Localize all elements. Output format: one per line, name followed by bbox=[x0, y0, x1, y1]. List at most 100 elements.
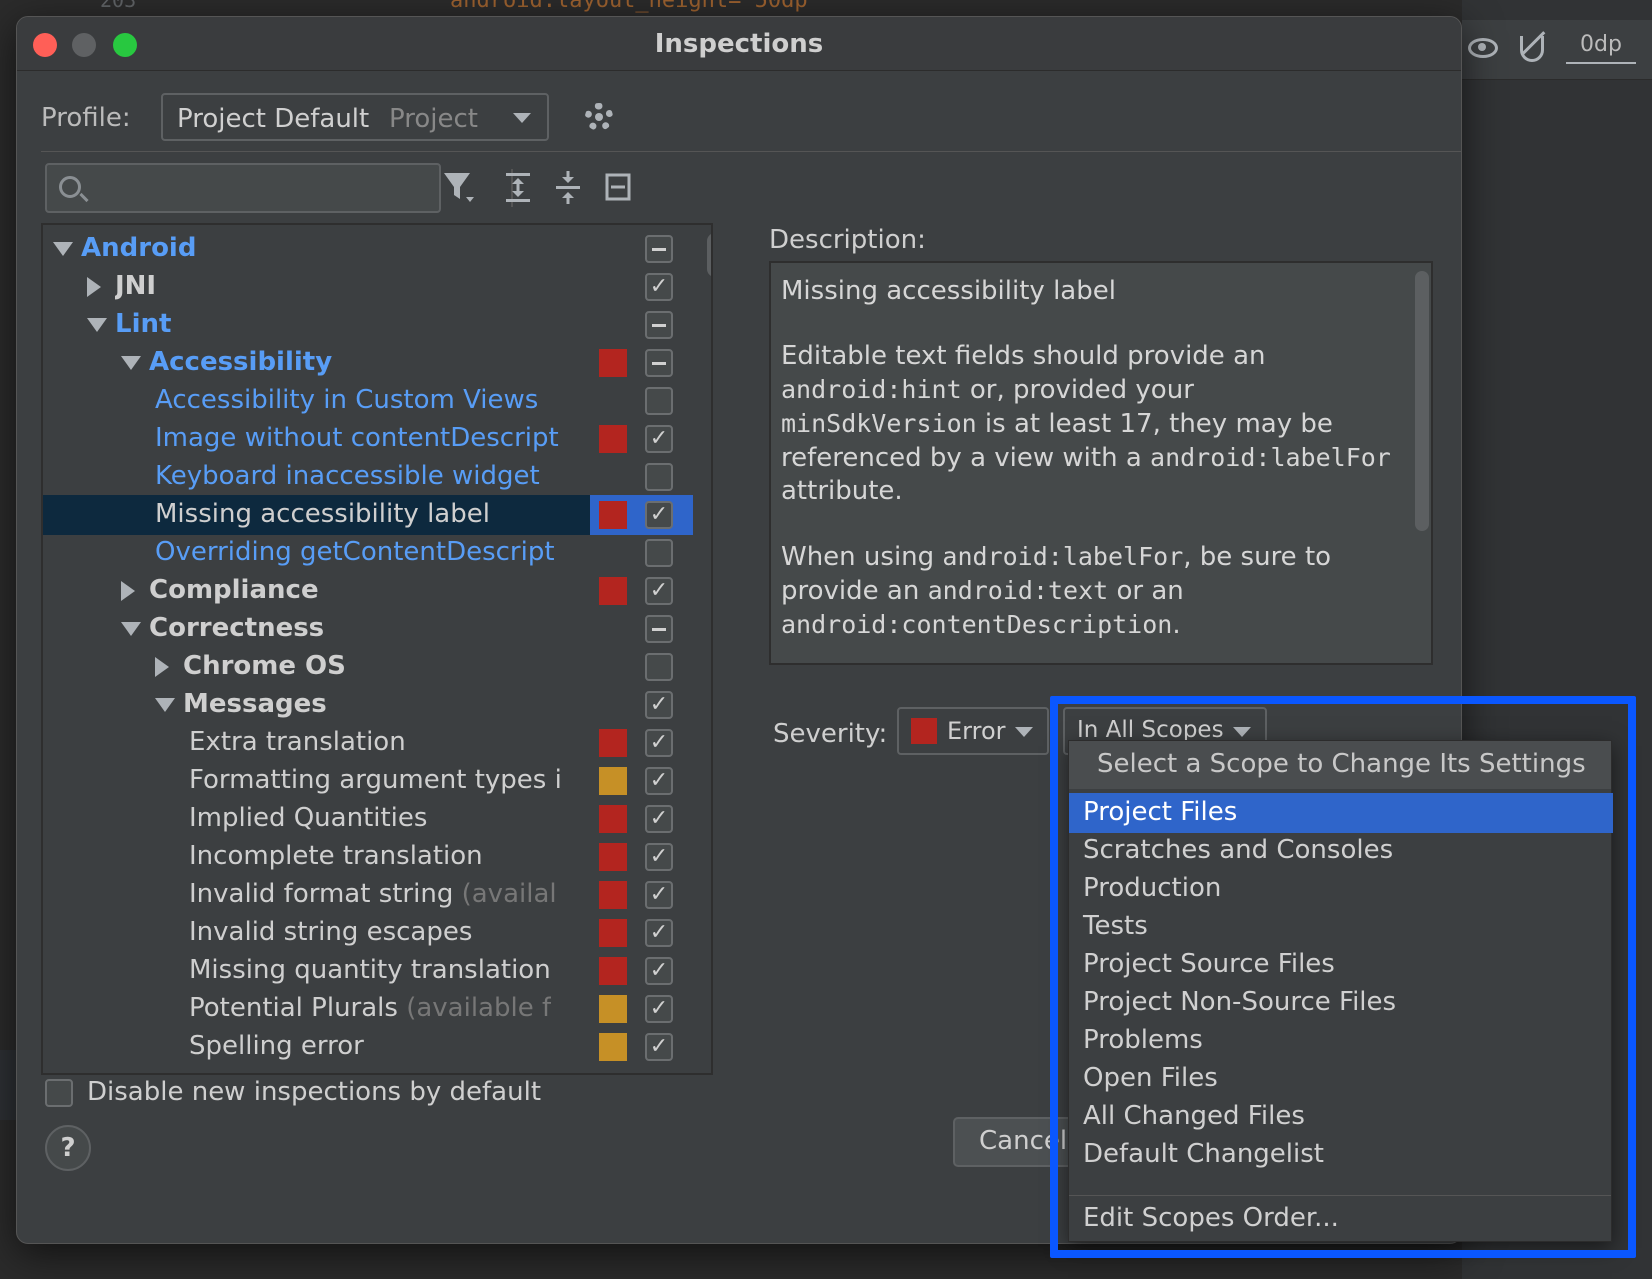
dialog-title: Inspections bbox=[654, 29, 824, 59]
default-margin-field[interactable]: 0dp bbox=[1566, 32, 1636, 64]
tree-row-checkbox[interactable]: ✓ bbox=[645, 273, 673, 301]
search-input[interactable] bbox=[97, 173, 427, 205]
tree-scrollbar[interactable] bbox=[707, 233, 711, 277]
scope-item[interactable]: Project Files bbox=[1069, 793, 1613, 833]
tree-row-checkbox[interactable]: ✓ bbox=[645, 767, 673, 795]
tree-row-checkbox[interactable] bbox=[645, 349, 673, 377]
tree-row[interactable]: Keyboard inaccessible widget bbox=[43, 457, 693, 497]
tree-row-checkbox[interactable]: ✓ bbox=[645, 995, 673, 1023]
tree-row-label: Incomplete translation bbox=[189, 841, 483, 871]
tree-row-label: Messages bbox=[183, 689, 327, 719]
inspection-tree[interactable]: Android JNI ✓ Lint Accessibility Accessibilit… bbox=[41, 223, 713, 1075]
tree-row[interactable]: Spelling error ✓ bbox=[43, 1027, 693, 1067]
scope-item[interactable]: Default Changelist bbox=[1069, 1135, 1613, 1175]
tree-row[interactable]: Incomplete translation ✓ bbox=[43, 837, 693, 877]
error-severity-icon bbox=[599, 881, 627, 909]
help-button[interactable]: ? bbox=[45, 1125, 91, 1171]
tree-row[interactable]: Formatting argument types i ✓ bbox=[43, 761, 693, 801]
edit-scopes-order-item[interactable]: Edit Scopes Order... bbox=[1069, 1199, 1613, 1239]
tree-row[interactable]: Lint bbox=[43, 305, 693, 345]
expanded-arrow-icon[interactable] bbox=[53, 242, 73, 256]
scope-item[interactable]: Production bbox=[1069, 869, 1613, 909]
tree-row-checkbox[interactable]: ✓ bbox=[645, 805, 673, 833]
popup-divider bbox=[1069, 1195, 1611, 1196]
tree-row-label: Spelling error bbox=[189, 1031, 364, 1061]
code-text: android:labelFor bbox=[942, 542, 1184, 571]
tree-row-checkbox[interactable] bbox=[645, 463, 673, 491]
tree-row-checkbox[interactable] bbox=[645, 615, 673, 643]
tree-row[interactable]: Invalid format string (availal ✓ bbox=[43, 875, 693, 915]
error-severity-icon bbox=[599, 843, 627, 871]
expanded-arrow-icon[interactable] bbox=[87, 318, 107, 332]
description-text: attribute. bbox=[781, 476, 903, 506]
tree-row-label: Invalid string escapes bbox=[189, 917, 473, 947]
scope-item[interactable]: Project Non-Source Files bbox=[1069, 983, 1613, 1023]
tree-row[interactable]: Extra translation ✓ bbox=[43, 723, 693, 763]
tree-row[interactable]: Accessibility in Custom Views bbox=[43, 381, 693, 421]
tree-row[interactable]: Missing quantity translation ✓ bbox=[43, 951, 693, 991]
tree-row[interactable]: Correctness bbox=[43, 609, 693, 649]
tree-row-checkbox[interactable]: ✓ bbox=[645, 919, 673, 947]
tree-row-label: Lint bbox=[115, 309, 172, 339]
tree-row[interactable]: JNI ✓ bbox=[43, 267, 693, 307]
tree-row-checkbox[interactable] bbox=[645, 539, 673, 567]
expand-all-icon[interactable] bbox=[499, 167, 537, 209]
popup-header-label: Select a Scope to Change Its Settings bbox=[1097, 749, 1586, 779]
tree-row[interactable]: Chrome OS bbox=[43, 647, 693, 687]
collapsed-arrow-icon[interactable] bbox=[87, 277, 101, 297]
disable-new-checkbox[interactable] bbox=[45, 1079, 73, 1107]
tree-row[interactable]: Android bbox=[43, 229, 693, 269]
collapsed-arrow-icon[interactable] bbox=[121, 581, 135, 601]
severity-dropdown[interactable]: Error bbox=[897, 707, 1049, 755]
tree-row[interactable]: Potential Plurals (available f ✓ bbox=[43, 989, 693, 1029]
expanded-arrow-icon[interactable] bbox=[121, 356, 141, 370]
collapsed-arrow-icon[interactable] bbox=[155, 657, 169, 677]
description-text: or an bbox=[1108, 576, 1184, 606]
scope-item[interactable]: Scratches and Consoles bbox=[1069, 831, 1613, 871]
tree-row-checkbox[interactable]: ✓ bbox=[645, 691, 673, 719]
tree-row[interactable]: Image without contentDescript ✓ bbox=[43, 419, 693, 459]
error-severity-icon bbox=[911, 718, 937, 744]
gear-icon[interactable] bbox=[585, 103, 613, 131]
search-box[interactable] bbox=[45, 163, 441, 213]
tree-row-label: Overriding getContentDescript bbox=[155, 537, 555, 567]
tree-row[interactable]: Compliance ✓ bbox=[43, 571, 693, 611]
error-severity-icon bbox=[599, 729, 627, 757]
eye-icon[interactable] bbox=[1468, 38, 1498, 58]
tree-row-checkbox[interactable] bbox=[645, 235, 673, 263]
expanded-arrow-icon[interactable] bbox=[155, 698, 175, 712]
tree-row[interactable]: Invalid string escapes ✓ bbox=[43, 913, 693, 953]
tree-row-checkbox[interactable]: ✓ bbox=[645, 501, 673, 529]
tree-row-checkbox[interactable]: ✓ bbox=[645, 881, 673, 909]
tree-row[interactable]: Messages ✓ bbox=[43, 685, 693, 725]
tree-row[interactable]: Accessibility bbox=[43, 343, 693, 383]
description-text: When using bbox=[781, 542, 943, 572]
profile-dropdown[interactable]: Project Default Project bbox=[161, 93, 549, 141]
tree-row-checkbox[interactable]: ✓ bbox=[645, 729, 673, 757]
scope-item[interactable]: Problems bbox=[1069, 1021, 1613, 1061]
tree-row-checkbox[interactable]: ✓ bbox=[645, 1033, 673, 1061]
filter-icon[interactable] bbox=[439, 167, 477, 209]
expanded-arrow-icon[interactable] bbox=[121, 622, 141, 636]
tree-row[interactable]: Overriding getContentDescript bbox=[43, 533, 693, 573]
scope-item[interactable]: Tests bbox=[1069, 907, 1613, 947]
tree-row[interactable]: Missing accessibility label ✓ bbox=[43, 495, 693, 535]
description-scrollbar[interactable] bbox=[1415, 271, 1429, 531]
tree-row-checkbox[interactable]: ✓ bbox=[645, 425, 673, 453]
collapse-all-icon[interactable] bbox=[549, 167, 587, 209]
tree-row-label: Implied Quantities bbox=[189, 803, 428, 833]
tree-row-label: Keyboard inaccessible widget bbox=[155, 461, 540, 491]
tree-row[interactable]: Implied Quantities ✓ bbox=[43, 799, 693, 839]
reset-icon[interactable] bbox=[599, 167, 637, 209]
scope-item[interactable]: Open Files bbox=[1069, 1059, 1613, 1099]
scope-item[interactable]: All Changed Files bbox=[1069, 1097, 1613, 1137]
tree-row-checkbox[interactable]: ✓ bbox=[645, 957, 673, 985]
scope-item[interactable]: Project Source Files bbox=[1069, 945, 1613, 985]
tree-row-label: Image without contentDescript bbox=[155, 423, 559, 453]
magnet-off-icon[interactable] bbox=[1520, 36, 1544, 62]
tree-row-checkbox[interactable] bbox=[645, 311, 673, 339]
tree-row-checkbox[interactable] bbox=[645, 387, 673, 415]
tree-row-checkbox[interactable]: ✓ bbox=[645, 577, 673, 605]
tree-row-checkbox[interactable] bbox=[645, 653, 673, 681]
tree-row-checkbox[interactable]: ✓ bbox=[645, 843, 673, 871]
